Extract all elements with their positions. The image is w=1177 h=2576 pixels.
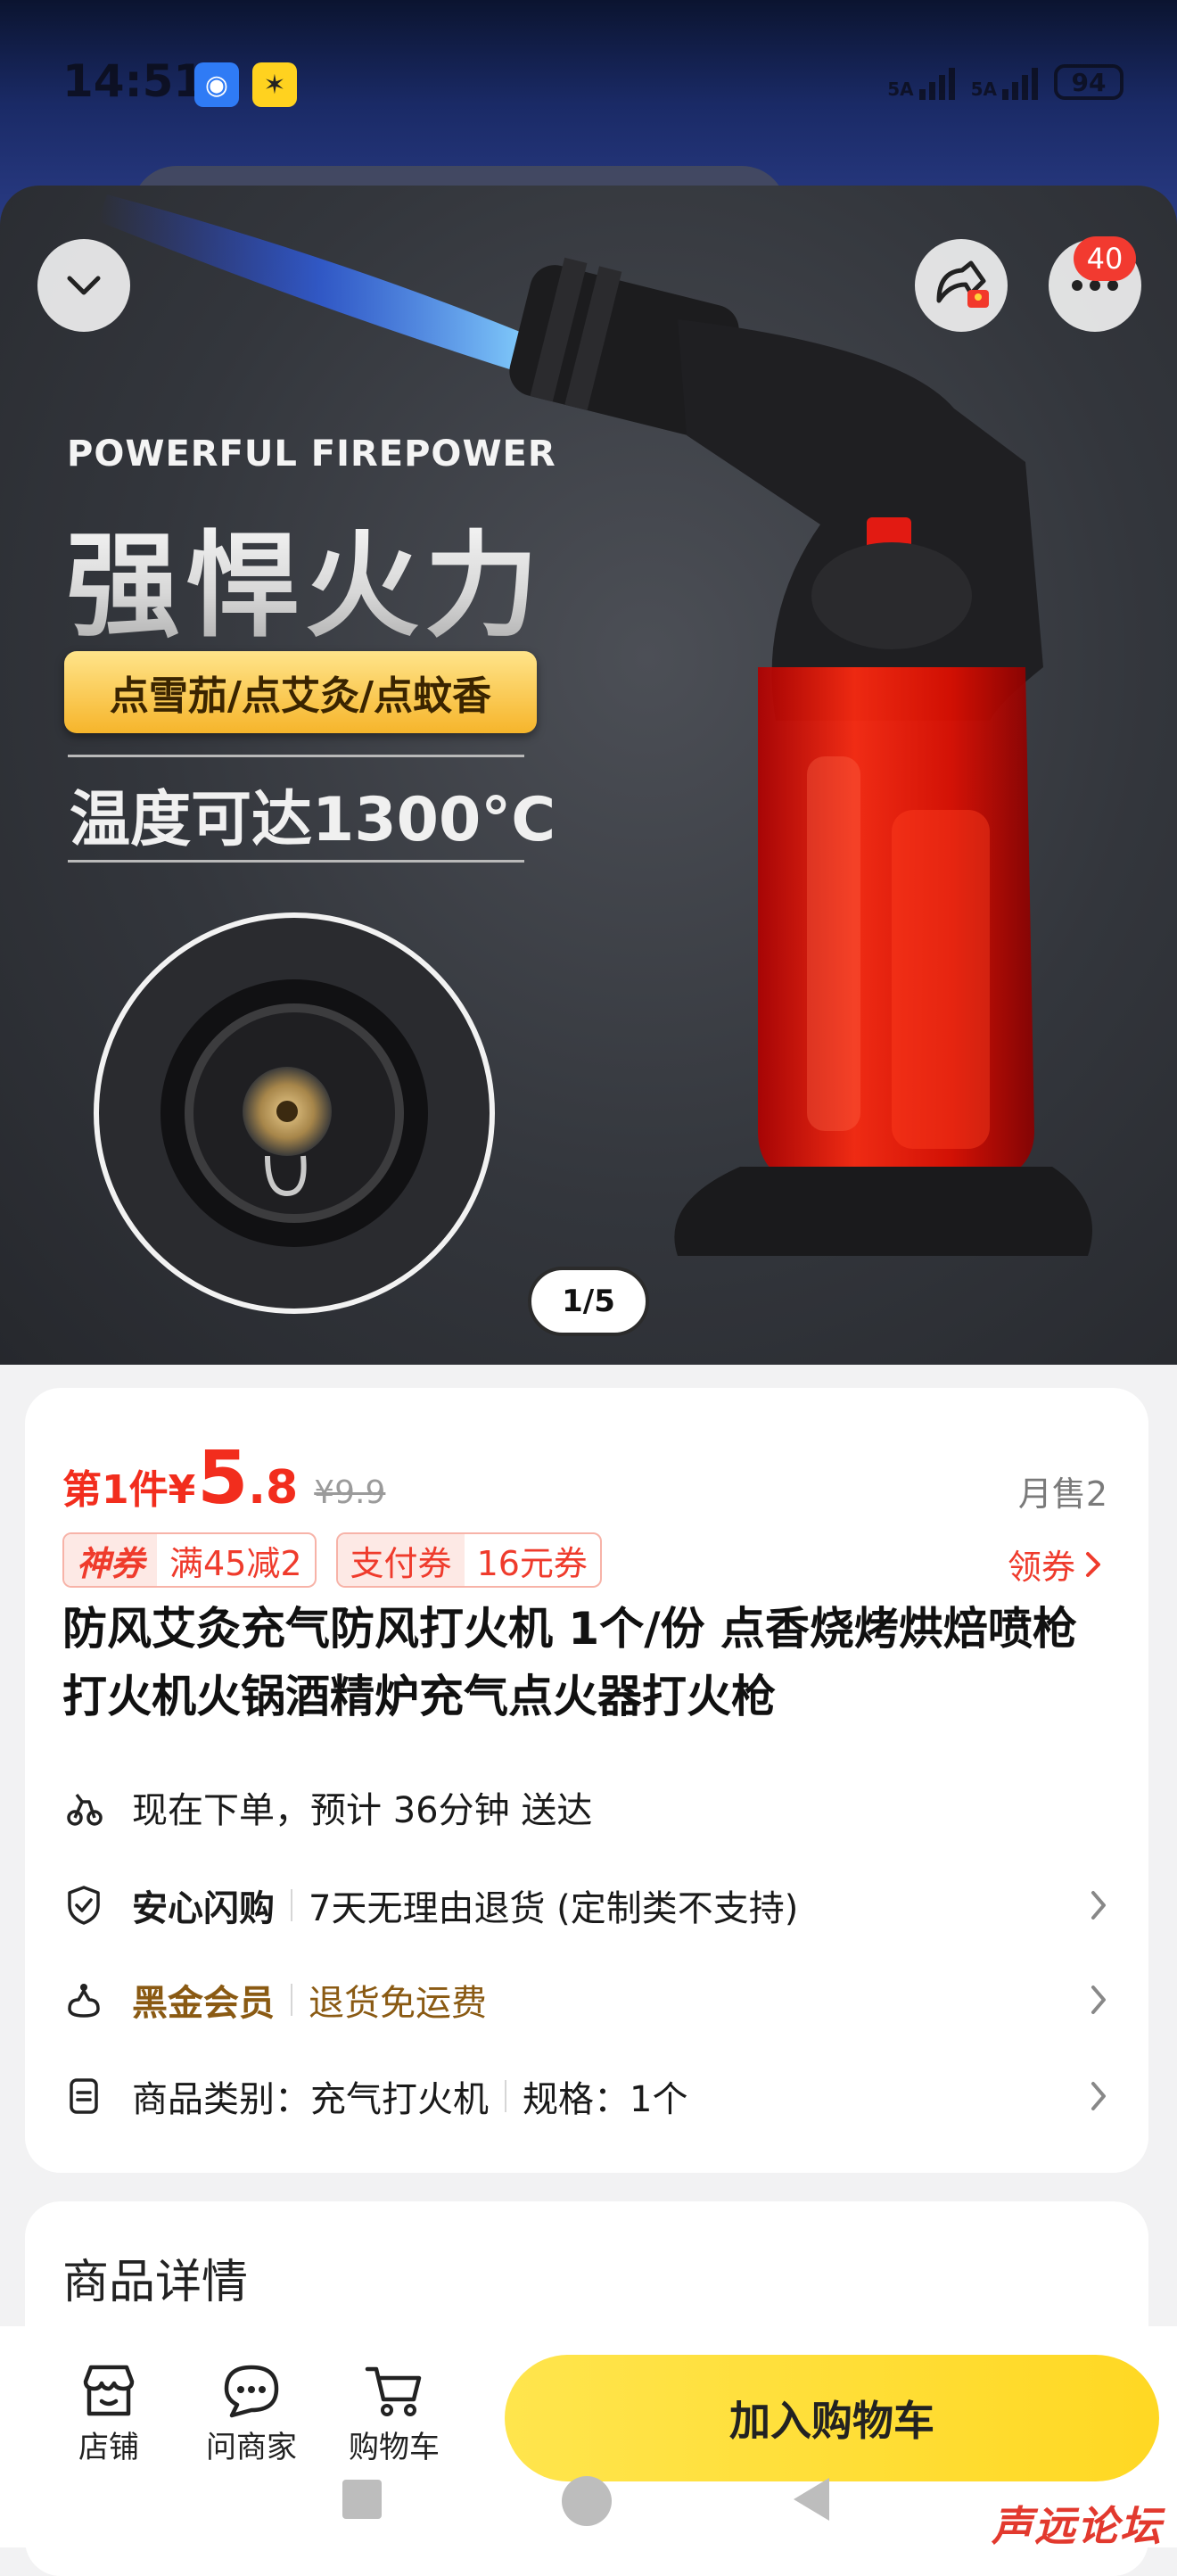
image-caption-title: 强悍火力	[66, 493, 544, 658]
image-caption-en: POWERFUL FIREPOWER	[67, 433, 556, 475]
price-decimal: .8	[248, 1461, 299, 1515]
forum-watermark: 声远论坛	[992, 2502, 1163, 2550]
divider	[291, 1889, 292, 1921]
product-title: 防风艾灸充气防风打火机 1个/份 点香烧烤烘焙喷枪打火机火锅酒精炉充气点火器打火…	[62, 1603, 1077, 1722]
assurance-text: 7天无理由退货 (定制类不支持)	[309, 1888, 799, 1929]
get-coupon-label: 领券	[1007, 1548, 1075, 1587]
signal-icon: 5A	[887, 68, 955, 100]
coupon-type: 支付券	[337, 1534, 465, 1586]
share-button[interactable]	[915, 239, 1008, 332]
assurance-label: 安心闪购	[132, 1888, 275, 1929]
divider	[68, 755, 524, 757]
delivery-estimate: 现在下单，预计 36分钟 送达	[132, 1790, 593, 1831]
price: 第1件¥ 5 .8 ¥9.9	[62, 1436, 385, 1521]
document-icon	[62, 2075, 105, 2118]
chevron-right-icon	[1091, 1891, 1106, 1920]
image-caption-temp: 温度可达1300°C	[70, 785, 556, 855]
coupon-type: 神券	[64, 1534, 158, 1586]
recents-nav-icon[interactable]	[337, 2474, 387, 2524]
bunny-app-icon: ✶	[252, 62, 297, 107]
product-image-carousel[interactable]: POWERFUL FIREPOWER 强悍火力 点雪茄/点艾灸/点蚊香 温度可达…	[0, 186, 1177, 1365]
shopping-cart-icon	[365, 2366, 422, 2416]
add-to-cart-button[interactable]: 加入购物车	[505, 2355, 1159, 2481]
chat-icon	[224, 2365, 279, 2418]
cart-label: 购物车	[349, 2430, 440, 2465]
ask-seller-label: 问商家	[206, 2430, 297, 2465]
chevron-right-icon	[1091, 1986, 1106, 2014]
store-label: 店铺	[78, 2430, 139, 2465]
store-icon	[83, 2365, 135, 2416]
category-label: 商品类别：充气打火机	[132, 2079, 489, 2120]
divider	[68, 860, 524, 863]
original-price: ¥9.9	[314, 1474, 386, 1511]
image-pager: 1/5	[528, 1267, 649, 1336]
coupon-list: 神券 满45减2 支付券 16元券	[62, 1532, 602, 1588]
back-nav-icon[interactable]	[786, 2474, 836, 2524]
collapse-button[interactable]	[37, 239, 130, 332]
image-caption-ribbon: 点雪茄/点艾灸/点蚊香	[64, 651, 537, 733]
shield-app-icon: ◉	[194, 62, 239, 107]
ask-seller-button[interactable]: 问商家	[189, 2362, 314, 2466]
coupon-value: 满45减2	[169, 1543, 302, 1583]
home-nav-icon[interactable]	[560, 2474, 613, 2528]
monthly-sales: 月售2	[1017, 1474, 1107, 1514]
shield-check-icon	[62, 1884, 105, 1927]
divider	[291, 1984, 292, 2016]
get-coupon-link[interactable]: 领券	[1008, 1540, 1104, 1589]
price-prefix: 第1件¥	[62, 1467, 196, 1513]
member-benefit: 退货免运费	[309, 1983, 487, 2024]
price-integer: 5	[197, 1436, 249, 1521]
notification-badge: 40	[1074, 236, 1136, 281]
divider	[505, 2080, 506, 2112]
cart-button[interactable]: 购物车	[332, 2362, 457, 2466]
store-button[interactable]: 店铺	[46, 2362, 171, 2466]
spec-row[interactable]: 商品类别：充气打火机 规格：1个	[62, 2069, 1115, 2123]
status-time: 14:51	[62, 55, 205, 107]
coupon-value: 16元券	[476, 1543, 588, 1583]
coupon-tag[interactable]: 神券 满45减2	[62, 1532, 317, 1588]
chevron-right-icon	[1091, 2082, 1106, 2110]
member-label: 黑金会员	[132, 1983, 275, 2024]
battery-icon: 94	[1054, 64, 1124, 100]
product-info-card: 第1件¥ 5 .8 ¥9.9 月售2 神券 满45减2 支付券 16元券 领券 …	[25, 1388, 1148, 2173]
member-row[interactable]: 黑金会员 退货免运费	[62, 1973, 1115, 2027]
crown-hand-icon	[62, 1978, 105, 2021]
status-indicators: 5A 5A 94	[887, 64, 1124, 100]
section-title: 商品详情	[62, 2256, 249, 2309]
chevron-right-icon	[1086, 1551, 1100, 1577]
assurance-row[interactable]: 安心闪购 7天无理由退货 (定制类不支持)	[62, 1878, 1115, 1932]
share-icon	[936, 260, 989, 308]
flame	[98, 194, 544, 377]
signal-icon: 5A	[971, 68, 1038, 100]
spec-label: 规格：1个	[523, 2079, 688, 2120]
delivery-row: 现在下单，预计 36分钟 送达	[62, 1780, 1115, 1834]
delivery-icon	[62, 1786, 105, 1829]
chevron-down-icon	[67, 276, 101, 295]
coupon-tag[interactable]: 支付券 16元券	[335, 1532, 602, 1588]
